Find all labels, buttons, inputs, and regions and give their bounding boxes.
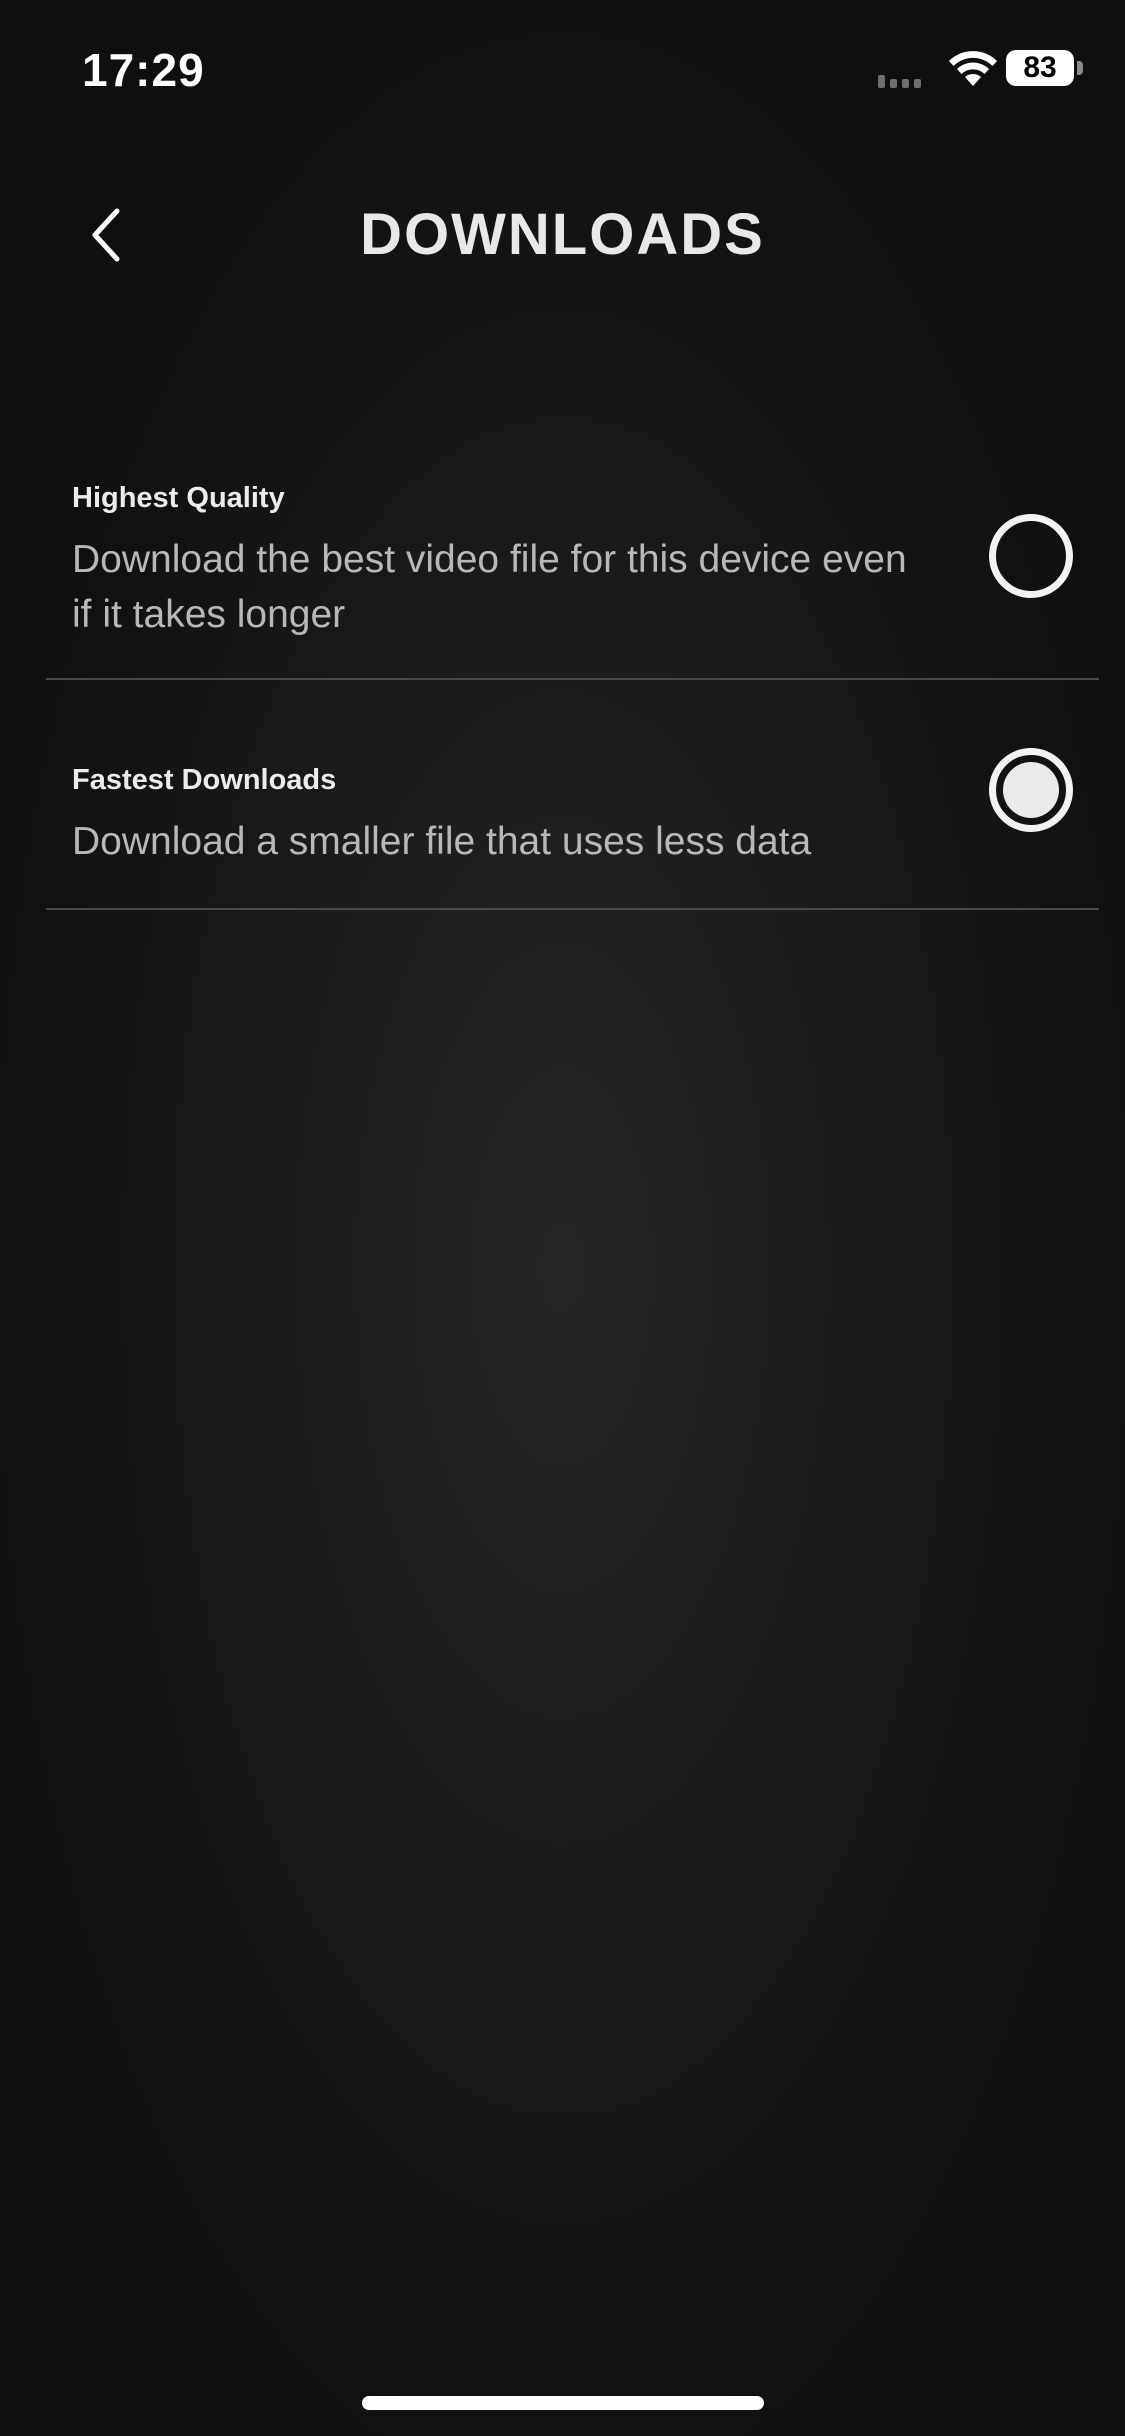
option-description: Download the best video file for this de… bbox=[72, 538, 907, 636]
page-title: DOWNLOADS bbox=[360, 202, 765, 267]
option-fastest-downloads[interactable]: Fastest Downloads Download a smaller fil… bbox=[46, 680, 1099, 910]
battery-icon: 83 bbox=[1006, 50, 1074, 86]
option-highest-quality[interactable]: Highest Quality Download the best video … bbox=[46, 460, 1099, 680]
option-title: Fastest Downloads bbox=[72, 764, 337, 796]
option-description: Download a smaller file that uses less d… bbox=[72, 820, 812, 863]
option-title: Highest Quality bbox=[72, 482, 285, 514]
status-time: 17:29 bbox=[82, 44, 205, 96]
home-indicator bbox=[362, 2396, 764, 2410]
signal-icon bbox=[878, 62, 938, 88]
header: DOWNLOADS bbox=[0, 180, 1125, 290]
radio-button-unselected[interactable] bbox=[989, 514, 1073, 598]
download-quality-options: Highest Quality Download the best video … bbox=[46, 460, 1099, 910]
status-bar: 17:29 83 bbox=[0, 0, 1125, 140]
wifi-icon bbox=[948, 48, 998, 88]
battery-cap bbox=[1077, 61, 1083, 75]
radio-button-selected[interactable] bbox=[989, 748, 1073, 832]
radio-selected-dot bbox=[1003, 762, 1059, 818]
